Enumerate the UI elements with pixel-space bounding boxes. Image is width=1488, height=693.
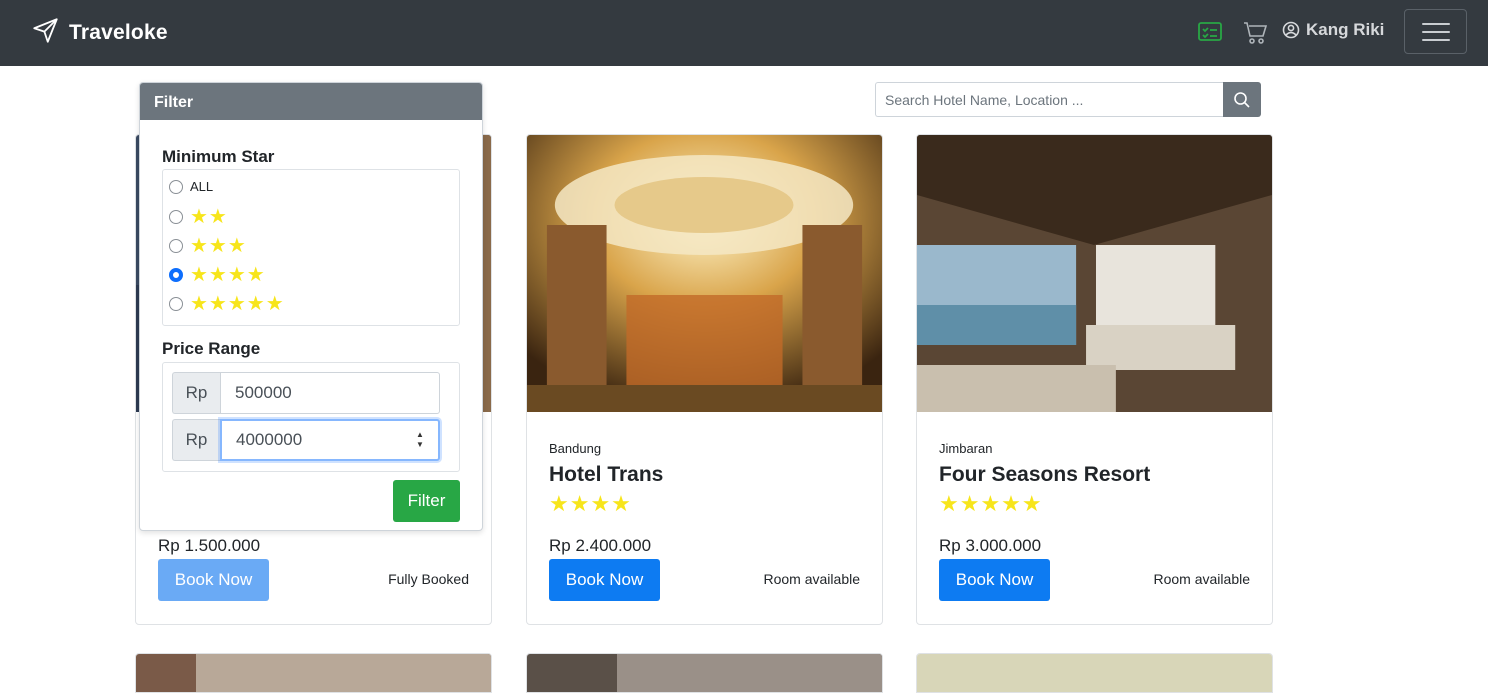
price-range-title: Price Range	[162, 339, 261, 358]
star-icons: ★★★★★	[190, 293, 285, 315]
filter-button[interactable]: Filter	[393, 480, 460, 522]
star-option-all[interactable]: ALL	[169, 179, 213, 194]
radio-button[interactable]	[169, 239, 183, 253]
radio-button[interactable]	[169, 297, 183, 311]
paper-plane-icon	[32, 17, 59, 49]
max-price-input[interactable]	[220, 419, 440, 461]
checklist-icon[interactable]	[1197, 20, 1223, 44]
minimum-star-title: Minimum Star	[162, 147, 275, 166]
star-option-3[interactable]: ★★★	[169, 236, 247, 256]
hotel-star-rating: ★★★★★	[939, 491, 1043, 516]
book-now-button[interactable]: Book Now	[549, 559, 660, 601]
star-option-5[interactable]: ★★★★★	[169, 294, 285, 314]
hotel-name: Hotel Trans	[549, 463, 664, 486]
currency-prefix: Rp	[172, 372, 220, 414]
filter-panel: Filter Minimum Star ALL ★★ ★★★ ★★★★ ★★★★…	[139, 82, 483, 531]
hotel-card-image-partial	[135, 653, 492, 693]
hotel-image	[527, 135, 882, 412]
star-options: ALL ★★ ★★★ ★★★★ ★★★★★	[162, 169, 460, 326]
user-circle-icon	[1282, 21, 1300, 39]
navbar: Traveloke Kang Riki	[0, 0, 1488, 66]
min-price-group: Rp	[172, 372, 440, 414]
brand[interactable]: Traveloke	[32, 17, 168, 49]
radio-button[interactable]	[169, 179, 183, 194]
star-icons: ★★★★	[190, 264, 266, 286]
menu-icon	[1421, 22, 1450, 25]
hotel-location: Bandung	[549, 441, 602, 456]
book-now-button[interactable]: Book Now	[158, 559, 269, 601]
cart-icon[interactable]	[1242, 20, 1268, 46]
book-now-button[interactable]: Book Now	[939, 559, 1050, 601]
user-name: Kang Riki	[1306, 20, 1385, 39]
menu-toggle-button[interactable]	[1404, 9, 1467, 54]
hotel-image	[917, 135, 1272, 412]
hotel-price: Rp 3.000.000	[939, 536, 1042, 555]
star-option-4[interactable]: ★★★★	[169, 265, 266, 285]
hotel-card-image-partial	[916, 653, 1273, 693]
min-price-input[interactable]	[220, 372, 440, 414]
filter-header: Filter	[140, 83, 482, 120]
search-button[interactable]	[1223, 82, 1261, 117]
search-input[interactable]	[875, 82, 1223, 117]
radio-button-checked[interactable]	[169, 268, 183, 282]
availability-status: Room available	[1153, 571, 1251, 587]
brand-name: Traveloke	[69, 21, 168, 44]
search-icon	[1234, 91, 1250, 108]
hotel-location: Jimbaran	[939, 441, 993, 456]
price-range-box: Rp Rp ▲▼	[162, 362, 460, 472]
search-bar	[875, 82, 1261, 117]
radio-button[interactable]	[169, 210, 183, 224]
hotel-card-image-partial	[526, 653, 883, 693]
hotel-name: Four Seasons Resort	[939, 463, 1151, 486]
availability-status: Room available	[763, 571, 861, 587]
availability-status: Fully Booked	[388, 571, 469, 587]
currency-prefix: Rp	[172, 419, 220, 461]
star-icons: ★★	[190, 206, 228, 228]
number-spinner[interactable]: ▲ ▼	[414, 430, 426, 450]
star-option-2[interactable]: ★★	[169, 207, 228, 227]
user-menu[interactable]: Kang Riki	[1282, 20, 1384, 40]
hotel-price: Rp 2.400.000	[549, 536, 652, 555]
max-price-group: Rp ▲▼	[172, 419, 440, 461]
hotel-card: Bandung Hotel Trans ★★★★ Rp 2.400.000 Bo…	[526, 134, 883, 625]
star-icons: ★★★	[190, 235, 247, 257]
hotel-price: Rp 1.500.000	[158, 536, 261, 555]
hotel-star-rating: ★★★★	[549, 491, 632, 516]
hotel-card: Jimbaran Four Seasons Resort ★★★★★ Rp 3.…	[916, 134, 1273, 625]
